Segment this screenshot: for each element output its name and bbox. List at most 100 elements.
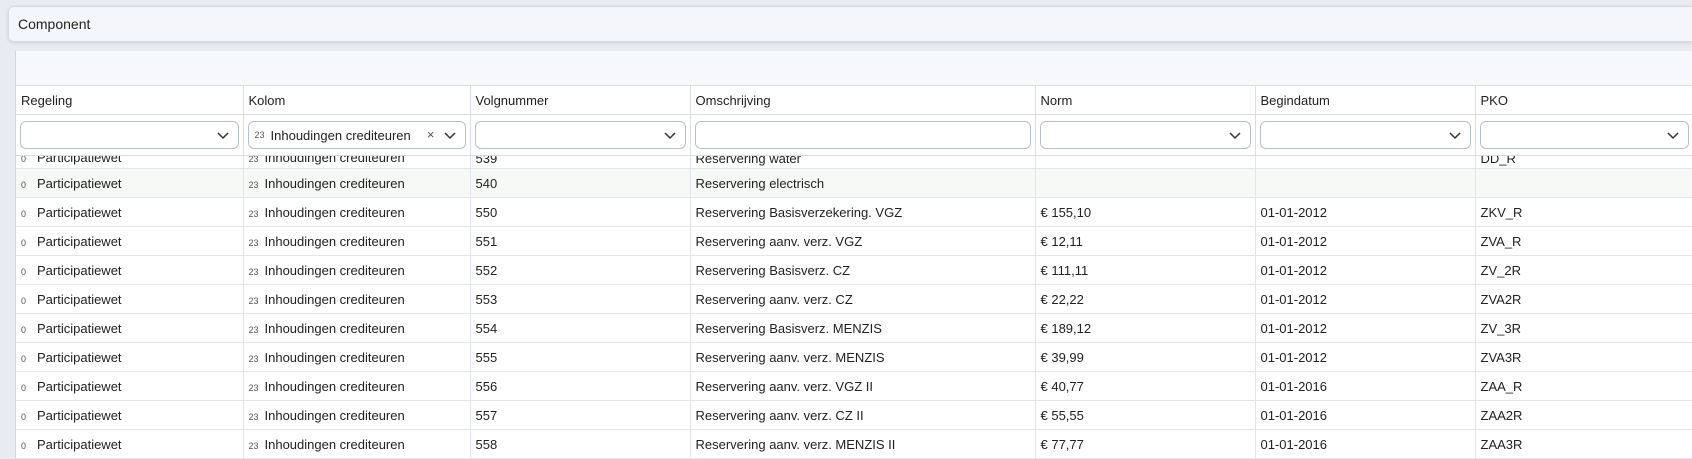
table-row[interactable]: 0 Participatiewet 23 Inhoudingen crediteure… [16, 284, 1692, 314]
cell-kolom-text: Inhoudingen crediteuren [264, 175, 405, 191]
cell-pko-text: ZAA_R [1480, 378, 1523, 394]
clear-filter-icon[interactable]: × [427, 127, 435, 142]
chevron-down-icon [1228, 132, 1241, 140]
cell-pko-text: ZVA2R [1480, 291, 1522, 307]
cell-kolom: 23 Inhoudingen crediteuren [243, 155, 471, 169]
cell-norm: € 39,99 [1035, 342, 1256, 372]
cell-pko: ZV_3R [1475, 313, 1692, 343]
cell-volgnummer-text: 556 [475, 378, 498, 394]
cell-regeling-text: Participatiewet [37, 262, 122, 278]
chevron-down-icon [216, 132, 229, 140]
begindatum-filter-select[interactable] [1259, 121, 1471, 149]
cell-volgnummer-text: 554 [475, 320, 498, 336]
cell-omschrijving-text: Reservering aanv. verz. MENZIS [695, 349, 885, 365]
cell-begindatum: 01-01-2016 [1255, 429, 1476, 459]
table-row[interactable]: 0 Participatiewet 23 Inhoudingen crediteure… [16, 197, 1692, 227]
norm-filter-select[interactable] [1039, 121, 1251, 149]
table-row[interactable]: 0 Participatiewet 23 Inhoudingen crediteure… [16, 313, 1692, 343]
kolom-filter-value: Inhoudingen crediteuren [270, 127, 411, 143]
cell-begindatum [1255, 155, 1476, 169]
cell-kolom: 23 Inhoudingen crediteuren [243, 255, 471, 285]
cell-norm-text: € 40,77 [1040, 378, 1084, 394]
regeling-filter-select[interactable] [20, 121, 239, 149]
pko-filter-select[interactable] [1479, 121, 1689, 149]
omschrijving-filter-input[interactable] [694, 121, 1031, 149]
table-row[interactable]: 0 Participatiewet 23 Inhoudingen crediteure… [16, 400, 1692, 430]
cell-begindatum [1255, 168, 1476, 198]
table-row[interactable]: 0 Participatiewet 23 Inhoudingen crediteure… [16, 255, 1692, 285]
type-badge: 23 [248, 382, 259, 393]
cell-pko-text: ZVA_R [1480, 233, 1522, 249]
type-badge: 0 [21, 382, 27, 393]
header-row: Regeling Kolom Volgnummer Omschrijving N… [16, 86, 1692, 115]
cell-pko: ZVA2R [1475, 284, 1692, 314]
cell-volgnummer-text: 539 [475, 155, 498, 166]
column-header-regeling[interactable]: Regeling [16, 86, 244, 115]
type-badge: 0 [21, 411, 27, 422]
cell-begindatum: 01-01-2016 [1255, 371, 1476, 401]
cell-pko-text: ZVA3R [1480, 349, 1522, 365]
cell-volgnummer: 558 [470, 429, 691, 459]
table-row[interactable]: 0 Participatiewet 23 Inhoudingen crediteure… [16, 429, 1692, 459]
volgnummer-filter-select[interactable] [474, 121, 686, 149]
column-header-kolom[interactable]: Kolom [243, 86, 471, 115]
table-row[interactable]: 0 Participatiewet 23 Inhoudingen crediteure… [16, 342, 1692, 372]
table-row[interactable]: 0 Participatiewet 23 Inhoudingen crediteure… [16, 226, 1692, 256]
cell-begindatum: 01-01-2012 [1255, 313, 1476, 343]
cell-begindatum-text: 01-01-2012 [1260, 349, 1328, 365]
cell-begindatum-text: 01-01-2012 [1260, 204, 1328, 220]
cell-omschrijving: Reservering Basisverzekering. VGZ [690, 197, 1036, 227]
cell-volgnummer: 554 [470, 313, 691, 343]
column-header-begindatum[interactable]: Begindatum [1255, 86, 1476, 115]
cell-volgnummer: 552 [470, 255, 691, 285]
type-badge: 23 [248, 324, 259, 335]
cell-regeling-text: Participatiewet [37, 320, 122, 336]
cell-norm: € 40,77 [1035, 371, 1256, 401]
cell-kolom-text: Inhoudingen crediteuren [264, 349, 405, 365]
chevron-down-icon [1666, 132, 1679, 140]
cell-kolom-text: Inhoudingen crediteuren [264, 204, 405, 220]
table-row[interactable]: 0 Participatiewet 23 Inhoudingen crediteure… [16, 168, 1692, 198]
type-badge: 0 [21, 324, 27, 335]
cell-omschrijving-text: Reservering electrisch [695, 175, 825, 191]
type-badge: 0 [21, 179, 27, 190]
table-row[interactable]: 0 Participatiewet 23 Inhoudingen crediteure… [16, 371, 1692, 401]
cell-omschrijving: Reservering aanv. verz. MENZIS [690, 342, 1036, 372]
cell-volgnummer: 555 [470, 342, 691, 372]
column-header-omschrijving[interactable]: Omschrijving [690, 86, 1036, 115]
cell-norm: € 55,55 [1035, 400, 1256, 430]
chevron-down-icon [1448, 132, 1461, 140]
cell-volgnummer-text: 555 [475, 349, 498, 365]
cell-norm [1035, 155, 1256, 169]
cell-omschrijving: Reservering aanv. verz. CZ [690, 284, 1036, 314]
table-row[interactable]: 0 Participatiewet 23 Inhoudingen crediteure… [16, 155, 1692, 169]
type-badge: 0 [21, 353, 27, 364]
cell-omschrijving: Reservering aanv. verz. CZ II [690, 400, 1036, 430]
cell-regeling-text: Participatiewet [37, 378, 122, 394]
column-header-pko[interactable]: PKO [1475, 86, 1692, 115]
cell-kolom-text: Inhoudingen crediteuren [264, 233, 405, 249]
cell-regeling: 0 Participatiewet [16, 400, 244, 430]
cell-pko: ZAA2R [1475, 400, 1692, 430]
type-badge: 0 [21, 155, 27, 164]
cell-norm-text: € 22,22 [1040, 291, 1084, 307]
cell-pko [1475, 168, 1692, 198]
cell-begindatum-text: 01-01-2012 [1260, 320, 1328, 336]
cell-volgnummer: 539 [470, 155, 691, 169]
cell-omschrijving: Reservering Basisverz. MENZIS [690, 313, 1036, 343]
cell-norm: € 12,11 [1035, 226, 1256, 256]
cell-pko: ZAA3R [1475, 429, 1692, 459]
column-header-volgnummer[interactable]: Volgnummer [470, 86, 691, 115]
cell-omschrijving-text: Reservering aanv. verz. MENZIS II [695, 436, 896, 452]
type-badge: 0 [21, 237, 27, 248]
kolom-filter-select[interactable]: 23 Inhoudingen crediteuren × [247, 121, 466, 149]
cell-pko: DD_R [1475, 155, 1692, 169]
cell-omschrijving-text: Reservering aanv. verz. VGZ [695, 233, 863, 249]
cell-regeling: 0 Participatiewet [16, 342, 244, 372]
cell-pko-text: ZV_3R [1480, 320, 1521, 336]
panel-title: Component [18, 16, 91, 32]
cell-kolom-text: Inhoudingen crediteuren [264, 436, 405, 452]
cell-omschrijving-text: Reservering Basisverzekering. VGZ [695, 204, 903, 220]
column-header-norm[interactable]: Norm [1035, 86, 1256, 115]
cell-regeling-text: Participatiewet [37, 204, 122, 220]
